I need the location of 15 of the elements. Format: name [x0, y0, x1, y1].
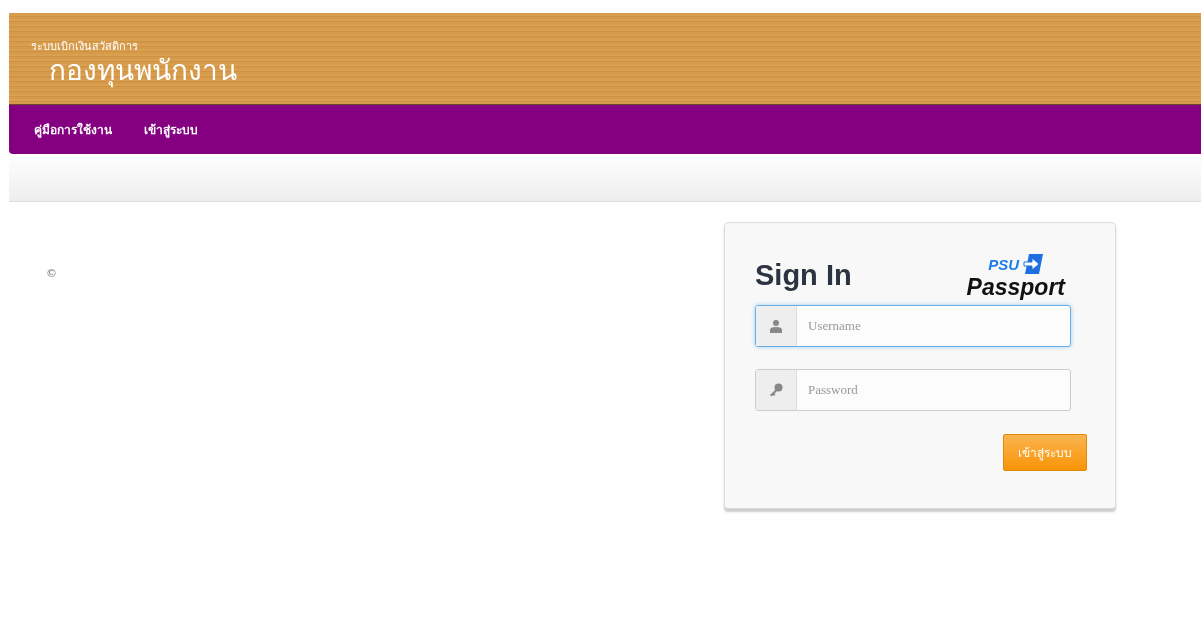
sign-in-heading: Sign In: [755, 258, 852, 292]
site-title: กองทุนพนักงาน: [49, 55, 237, 87]
password-input[interactable]: Password: [797, 370, 1070, 410]
nav-link[interactable]: คู่มือการใช้งาน: [34, 118, 112, 141]
password-field[interactable]: Password: [755, 369, 1071, 411]
site-subtitle: ระบบเบิกเงินสวัสดิการ: [31, 39, 138, 55]
logo-text: Passport: [966, 276, 1065, 298]
arrow-door-icon: [1021, 252, 1045, 276]
nav-link[interactable]: เข้าสู่ระบบ: [144, 118, 198, 141]
copyright-text: ©: [46, 267, 57, 280]
logo-text: PSU: [988, 256, 1019, 272]
user-icon: [769, 319, 783, 333]
username-field[interactable]: Username: [755, 305, 1071, 347]
username-input[interactable]: Username: [797, 306, 1070, 346]
key-icon: [769, 383, 783, 397]
